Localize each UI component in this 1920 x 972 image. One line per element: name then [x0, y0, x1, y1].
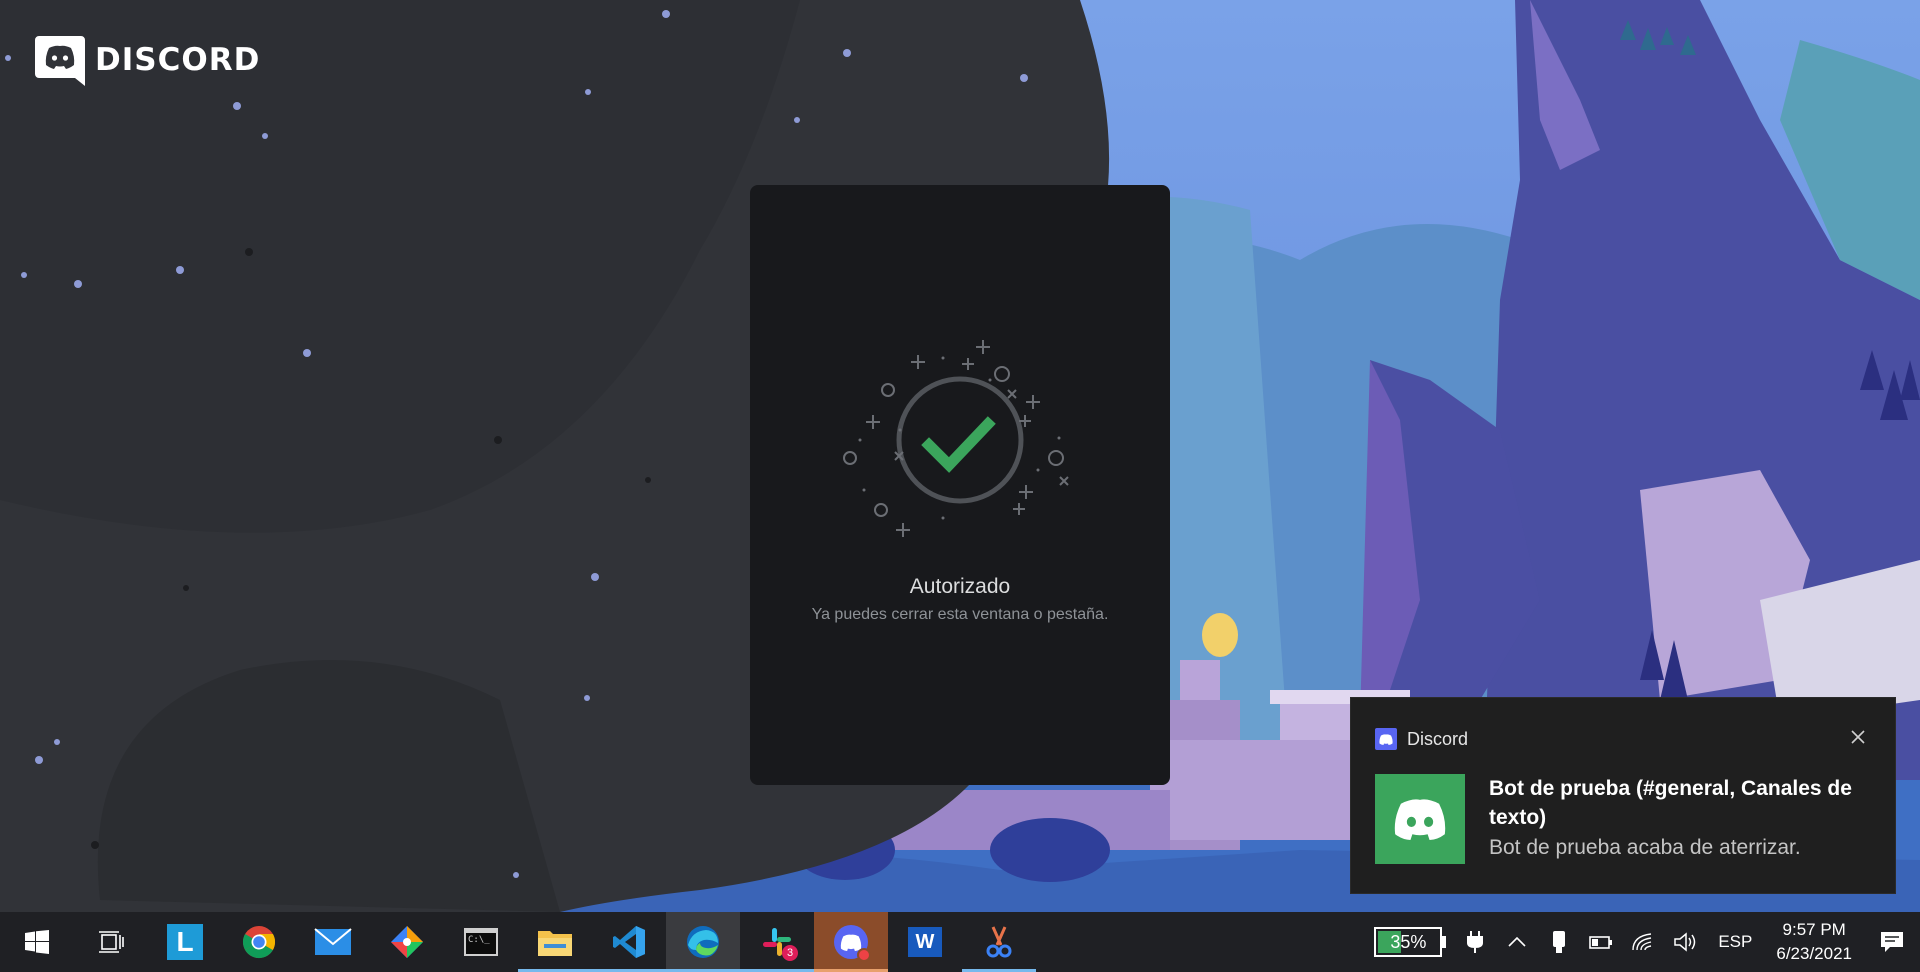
battery-indicator[interactable]: 35%: [1374, 927, 1447, 957]
l-app-icon: L: [167, 924, 203, 960]
battery-icon: 35%: [1374, 927, 1443, 957]
app-word[interactable]: W: [888, 912, 962, 972]
check-circle-icon: [843, 340, 1069, 537]
chrome-icon: [242, 926, 276, 959]
windows-logo-icon: [25, 930, 49, 954]
app-terminal[interactable]: C:\_: [444, 912, 518, 972]
mail-icon: [314, 928, 352, 955]
terminal-icon: C:\_: [464, 928, 498, 956]
toast-body: Bot de prueba acaba de aterrizar.: [1489, 836, 1801, 859]
toast-app-header: Discord: [1375, 728, 1468, 750]
vscode-icon: [613, 926, 645, 958]
toast-avatar: [1375, 774, 1465, 864]
edge-icon: [687, 926, 719, 958]
brand-wordmark: DISCORD: [95, 42, 261, 78]
volume-icon[interactable]: [1664, 912, 1706, 972]
input-language[interactable]: ESP: [1706, 932, 1764, 952]
battery-saver-icon[interactable]: [1580, 912, 1622, 972]
discord-logo-icon: [35, 36, 85, 86]
app-explorer[interactable]: [518, 912, 592, 972]
action-center-button[interactable]: [1864, 912, 1920, 972]
clock-date: 6/23/2021: [1776, 944, 1852, 963]
app-edge[interactable]: [666, 912, 740, 972]
task-view-button[interactable]: [74, 912, 148, 972]
task-view-icon: [99, 931, 124, 953]
usb-device-icon[interactable]: [1538, 912, 1580, 972]
battery-tip: [1442, 936, 1447, 948]
discord-taskbar-icon: [834, 925, 871, 962]
toast-app-name: Discord: [1407, 728, 1469, 749]
git-client-icon: [391, 926, 423, 958]
system-tray: 35% ESP 9:57 PM 6/23/2021: [1374, 912, 1920, 972]
battery-percent: 35%: [1390, 931, 1427, 952]
discord-app-icon: [1375, 728, 1397, 750]
word-label: W: [915, 930, 935, 953]
app-slack[interactable]: 3: [740, 912, 814, 972]
auth-subtitle: Ya puedes cerrar esta ventana o pestaña.: [811, 606, 1109, 623]
notification-icon: [1881, 932, 1903, 952]
start-button[interactable]: [0, 912, 74, 972]
taskbar: L C:\_ 3 W 35% ESP 9:57 PM 6/23/2021: [0, 912, 1920, 972]
discord-icon: [1394, 799, 1446, 840]
toast-title: Bot de prueba (#general, Canales de text…: [1489, 777, 1852, 829]
snip-icon: [986, 926, 1012, 958]
app-chrome[interactable]: [222, 912, 296, 972]
discord-status-dot: [857, 948, 871, 962]
app-mail[interactable]: [296, 912, 370, 972]
discord-brand: DISCORD: [35, 34, 260, 86]
l-app-label: L: [176, 926, 194, 957]
folder-icon: [538, 931, 572, 956]
toast-notification[interactable]: Discord Bot de prueba (#general, Canales…: [1350, 697, 1896, 894]
slack-badge: 3: [782, 945, 798, 961]
clock-time: 9:57 PM: [1782, 920, 1846, 939]
wifi-icon[interactable]: [1622, 912, 1664, 972]
clock[interactable]: 9:57 PM 6/23/2021: [1764, 918, 1864, 966]
app-snip[interactable]: [962, 912, 1036, 972]
discord-icon: [840, 934, 862, 951]
app-git[interactable]: [370, 912, 444, 972]
chevron-up-icon[interactable]: [1496, 912, 1538, 972]
power-plug-icon[interactable]: [1454, 912, 1496, 972]
app-l[interactable]: L: [148, 912, 222, 972]
close-icon[interactable]: [1847, 726, 1869, 748]
auth-title: Autorizado: [909, 575, 1011, 598]
word-icon: W: [908, 927, 942, 957]
authorization-card: Autorizado Ya puedes cerrar esta ventana…: [750, 185, 1170, 785]
app-discord[interactable]: [814, 912, 888, 972]
terminal-label: C:\_: [468, 935, 490, 945]
app-vscode[interactable]: [592, 912, 666, 972]
